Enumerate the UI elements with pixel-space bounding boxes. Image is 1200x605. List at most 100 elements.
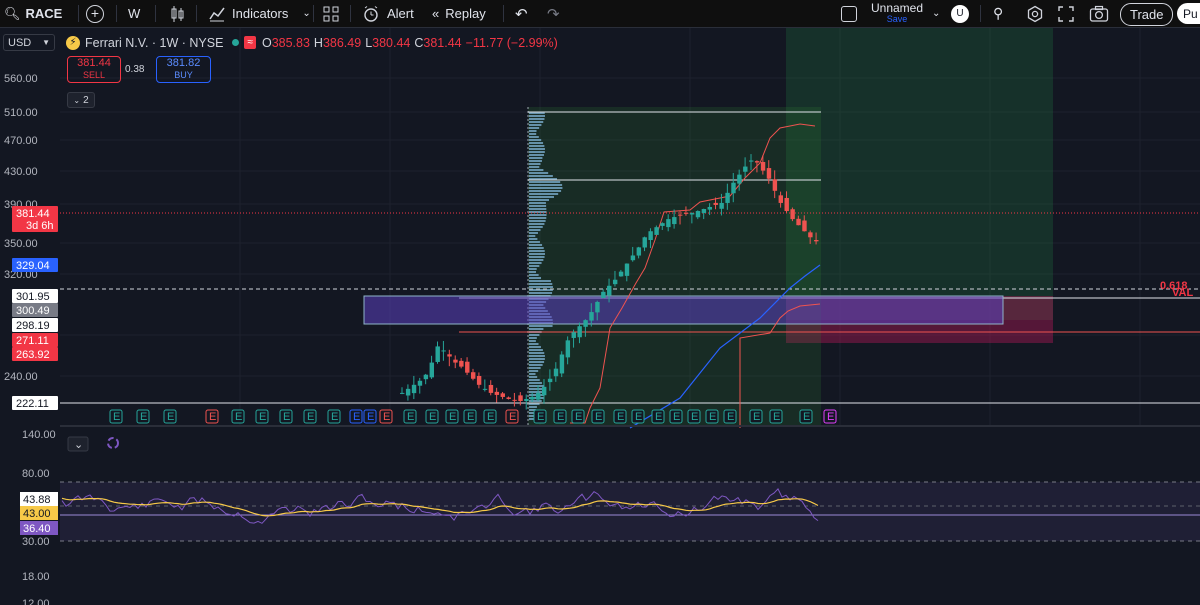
search-icon: 🔍︎ [4, 5, 21, 21]
trade-button[interactable]: Trade [1120, 3, 1174, 26]
earnings-marker[interactable]: E [136, 409, 150, 424]
volume-profile-bar [529, 169, 544, 171]
candle-body [601, 291, 606, 298]
earnings-marker[interactable]: E [533, 409, 547, 424]
candle-body [571, 332, 576, 338]
volume-profile-bar [529, 364, 543, 366]
earnings-marker[interactable]: E [279, 409, 293, 424]
earnings-marker[interactable]: E [231, 409, 245, 424]
earnings-letter: E [537, 411, 544, 423]
fullscreen-button[interactable] [1058, 0, 1074, 27]
earnings-letter: E [429, 411, 436, 423]
candle-body [524, 398, 529, 402]
rsi-collapse-button[interactable]: ⌄ [67, 436, 89, 452]
layout-name-menu[interactable]: Unnamed Save [866, 0, 928, 27]
candle-body [417, 380, 423, 386]
earnings-marker[interactable]: E [749, 409, 763, 424]
volume-profile-bar [529, 115, 545, 117]
snapshot-button[interactable] [1089, 0, 1109, 27]
earnings-marker[interactable]: E [463, 409, 477, 424]
earnings-marker[interactable]: E [379, 409, 393, 424]
earnings-marker[interactable]: E [505, 409, 519, 424]
layouts-button[interactable] [323, 0, 339, 27]
settings-button[interactable] [1026, 0, 1044, 27]
volume-profile-bar [529, 157, 543, 159]
earnings-marker[interactable]: E [613, 409, 627, 424]
earnings-marker[interactable]: E [687, 409, 701, 424]
interval-button[interactable]: W [128, 0, 140, 27]
layout-switch-checkbox[interactable] [841, 0, 857, 27]
earnings-marker[interactable]: E [303, 409, 317, 424]
earnings-marker[interactable]: E [403, 409, 417, 424]
indicators-button[interactable]: Indicators ⌄ [208, 0, 311, 27]
rewind-icon: « [432, 6, 440, 21]
earnings-marker[interactable]: E [349, 409, 363, 424]
price-tag-text: 263.92 [16, 349, 50, 361]
sell-button[interactable]: 381.44 SELL [67, 56, 121, 83]
volume-profile-bar [529, 187, 563, 189]
undo-button[interactable]: ↶ [515, 0, 528, 27]
earnings-marker[interactable]: E [769, 409, 783, 424]
candle-body [559, 354, 565, 374]
buy-button[interactable]: 381.82 BUY [156, 56, 211, 83]
alert-button[interactable]: Alert [362, 0, 414, 27]
symbol-name[interactable]: Ferrari N.V. · 1W · NYSE [85, 36, 223, 50]
earnings-marker[interactable]: E [205, 409, 219, 424]
chart-canvas[interactable]: 0.618 VAL EEEEEEEEEEEEEEEEEEEEEEEEEEEEEE… [0, 28, 1200, 605]
candle-body [654, 227, 659, 235]
redo-button[interactable]: ↷ [547, 0, 560, 27]
search-plus-icon: ⚲ [993, 5, 1004, 21]
candle-body [429, 362, 434, 378]
earnings-marker[interactable]: E [163, 409, 177, 424]
layout-menu-chevron[interactable]: ⌄ [932, 0, 940, 27]
earnings-marker[interactable]: E [363, 409, 377, 424]
earnings-marker[interactable]: E [823, 409, 837, 424]
rsi-tick-label: 12.00 [22, 598, 50, 605]
compare-symbol-button[interactable]: + [86, 0, 104, 27]
earnings-letter: E [595, 411, 602, 423]
earnings-marker[interactable]: E [705, 409, 719, 424]
earnings-marker[interactable]: E [669, 409, 683, 424]
quick-search-button[interactable]: ⚲ [993, 0, 1003, 27]
earnings-marker[interactable]: E [109, 409, 123, 424]
earnings-marker[interactable]: E [327, 409, 341, 424]
earnings-marker[interactable]: E [445, 409, 459, 424]
volume-profile-bar [529, 142, 544, 144]
price-tag-text: 300.49 [16, 305, 50, 317]
earnings-marker[interactable]: E [631, 409, 645, 424]
volume-profile-bar [529, 400, 542, 402]
chart-type-button[interactable] [168, 0, 186, 27]
earnings-marker[interactable]: E [483, 409, 497, 424]
trade-label: Trade [1130, 7, 1164, 22]
price-tag: 381.443d 6h [12, 206, 58, 232]
currency-selector[interactable]: USD ▼ [3, 34, 55, 51]
earnings-marker[interactable]: E [553, 409, 567, 424]
volume-profile-bar [529, 382, 542, 384]
replay-button[interactable]: « Replay [432, 0, 486, 27]
earnings-marker[interactable]: E [651, 409, 665, 424]
volume-profile-bar [529, 271, 536, 273]
publish-button[interactable]: Pu [1177, 3, 1200, 24]
chart-area[interactable]: 0.618 VAL EEEEEEEEEEEEEEEEEEEEEEEEEEEEEE… [0, 28, 1200, 605]
user-avatar-button[interactable]: U [951, 0, 969, 27]
earnings-letter: E [487, 411, 494, 423]
candle-body [405, 388, 411, 396]
earnings-marker[interactable]: E [425, 409, 439, 424]
indicators-collapse-toggle[interactable]: ⌄ 2 [67, 92, 95, 108]
earnings-marker[interactable]: E [255, 409, 269, 424]
earnings-marker[interactable]: E [799, 409, 813, 424]
earnings-marker[interactable]: E [591, 409, 605, 424]
volume-profile-bar [529, 268, 537, 270]
earnings-letter: E [353, 411, 360, 423]
volume-profile-range[interactable] [528, 107, 821, 426]
earnings-marker[interactable]: E [723, 409, 737, 424]
long-position-profit-zone[interactable] [786, 28, 1053, 320]
demand-zone-rectangle[interactable] [363, 295, 1004, 325]
candle-body [553, 368, 559, 377]
candle-body [630, 255, 636, 261]
change-value: −11.77 (−2.99%) [465, 35, 558, 50]
rsi-tag-text: 43.88 [23, 494, 51, 506]
symbol-search-button[interactable]: 🔍︎ RACE [4, 0, 78, 27]
high-label: H [313, 35, 323, 50]
earnings-marker[interactable]: E [571, 409, 585, 424]
